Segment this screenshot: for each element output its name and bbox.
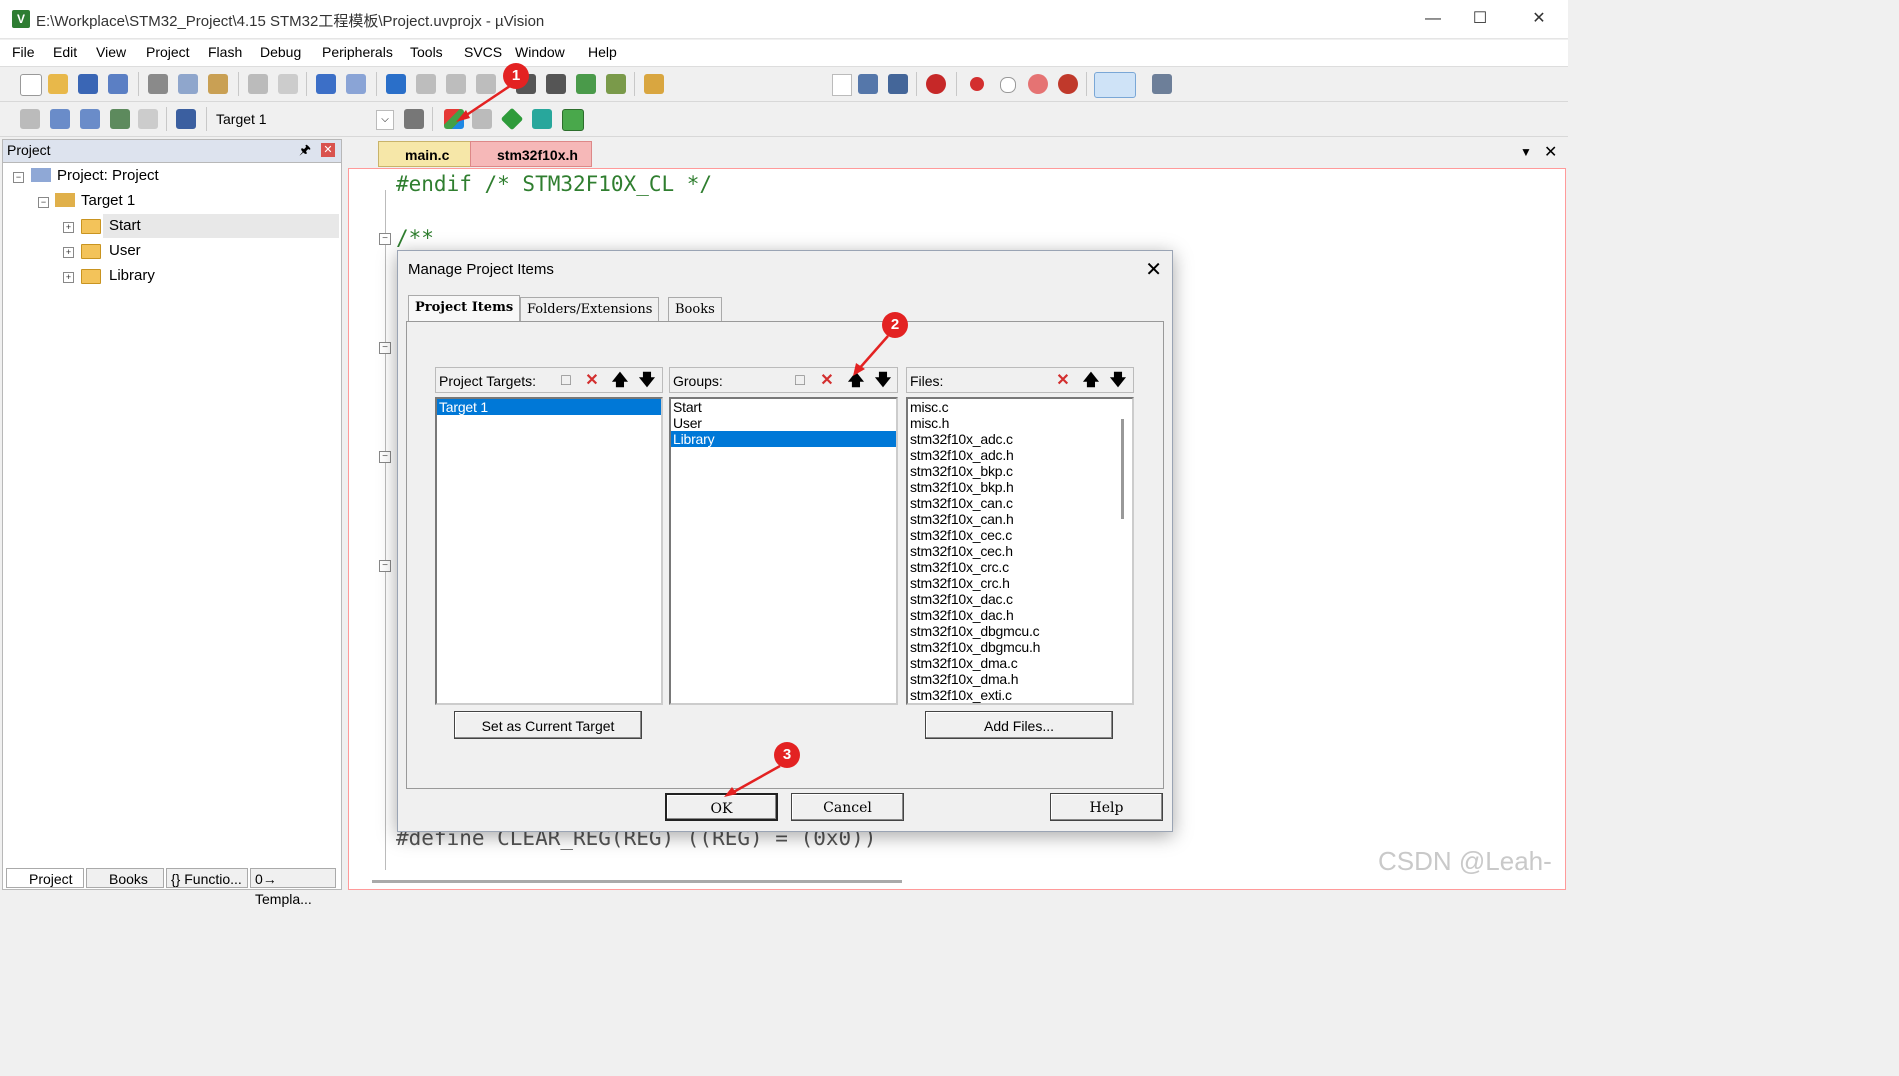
callout-badge-2: 2 (882, 312, 908, 338)
arrow-3-head (724, 787, 737, 797)
watermark: CSDN @Leah- (1378, 846, 1552, 876)
arrow-3 (729, 764, 781, 796)
callout-badge-1: 1 (503, 63, 529, 89)
callout-badge-3: 3 (774, 742, 800, 768)
arrow-1 (461, 84, 511, 120)
arrow-1-head (456, 110, 470, 122)
arrow-2 (857, 335, 889, 371)
